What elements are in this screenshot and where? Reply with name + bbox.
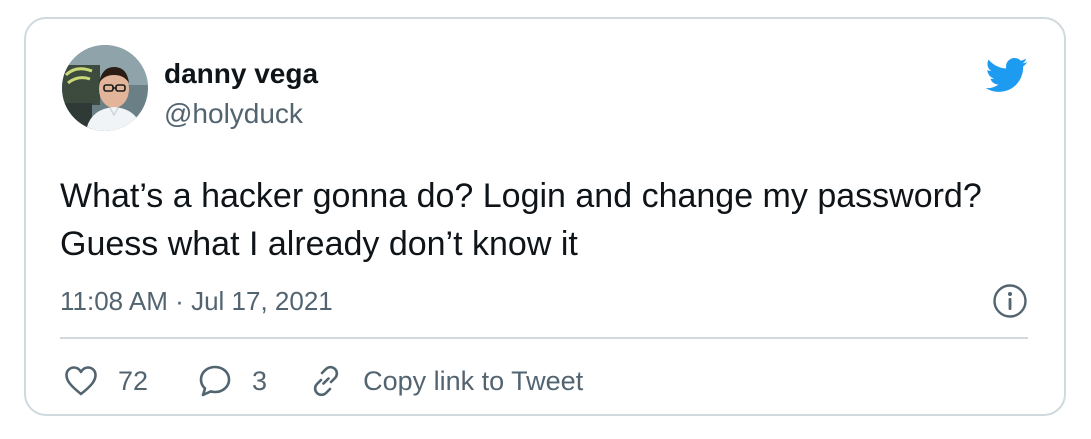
author-handle[interactable]: @holyduck: [164, 97, 303, 131]
like-count: 72: [118, 365, 149, 396]
tweet-card: danny vega @holyduck What’s a hacker gon…: [24, 17, 1066, 416]
tweet-text: What’s a hacker gonna do? Login and chan…: [60, 177, 982, 263]
reply-bubble-icon: [199, 365, 231, 397]
author-display-name[interactable]: danny vega: [164, 57, 318, 91]
tweet-actions: 72 3 Copy link to Tweet: [64, 361, 583, 401]
like-button[interactable]: 72: [64, 365, 148, 397]
info-icon[interactable]: [992, 283, 1028, 319]
timestamp-date[interactable]: Jul 17, 2021: [191, 286, 333, 316]
link-icon: [313, 365, 339, 397]
divider: [60, 337, 1028, 339]
reply-button[interactable]: 3: [198, 364, 267, 398]
tweet-timestamp: 11:08 AM · Jul 17, 2021: [60, 284, 333, 318]
timestamp-time[interactable]: 11:08 AM: [60, 286, 168, 316]
reply-count: 3: [252, 365, 268, 396]
twitter-bird-icon[interactable]: [984, 53, 1028, 97]
avatar-photo-icon: [62, 45, 148, 131]
heart-icon: [65, 366, 97, 396]
copy-link-button[interactable]: Copy link to Tweet: [309, 364, 583, 398]
avatar[interactable]: [62, 45, 148, 131]
copy-link-label: Copy link to Tweet: [363, 365, 584, 396]
timestamp-separator: ·: [175, 286, 184, 316]
